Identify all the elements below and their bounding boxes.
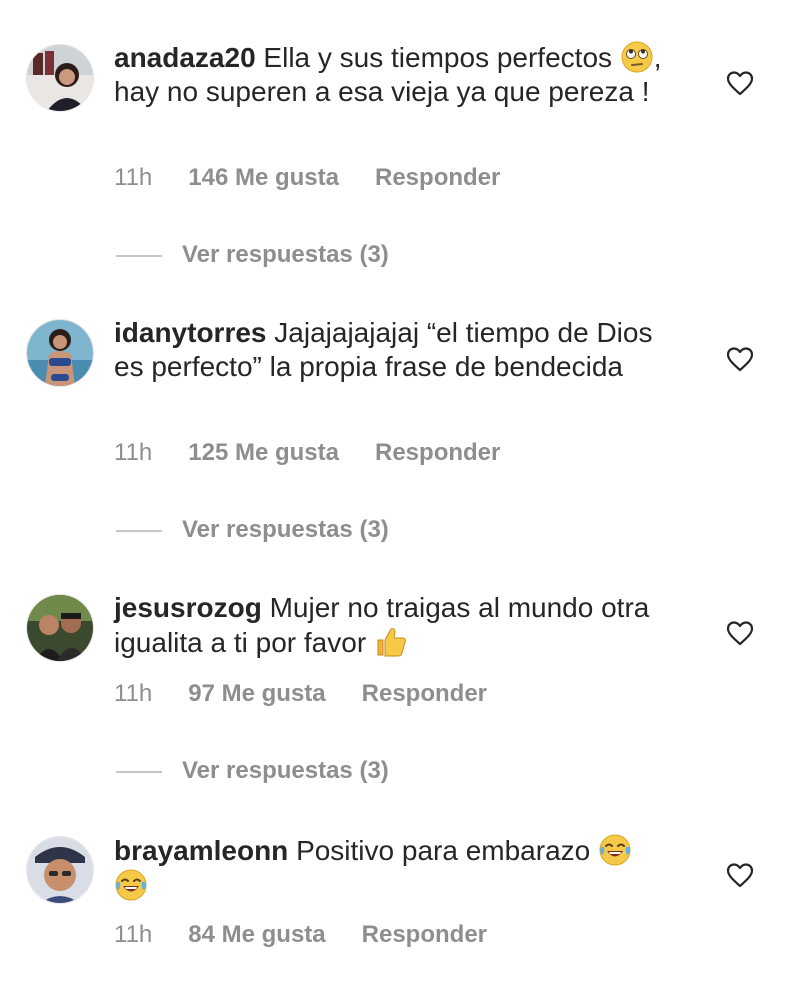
comment-text: jesusrozog Mujer no traigas al mundo otr…: [114, 591, 674, 660]
face-with-rolling-eyes-icon: [620, 40, 654, 74]
comment-time: 11h: [114, 921, 153, 948]
comment-text: idanytorres Jajajajajajaj “el tiempo de …: [114, 316, 674, 384]
comment-body: Ella y sus tiempos perfectos: [263, 42, 613, 73]
avatar[interactable]: [26, 836, 94, 904]
face-with-tears-of-joy-icon: [598, 833, 632, 867]
comment-username[interactable]: idanytorres: [114, 317, 267, 348]
like-count[interactable]: 125 Me gusta: [188, 439, 339, 467]
heart-icon[interactable]: [726, 620, 754, 646]
comment-meta: 11h 146 Me gusta Responder: [114, 164, 500, 192]
reply-button[interactable]: Responder: [375, 439, 500, 467]
divider: [116, 529, 162, 532]
comment-time: 11h: [114, 439, 153, 466]
divider: [116, 770, 162, 773]
thumbs-up-icon: [374, 625, 408, 659]
like-count[interactable]: 84 Me gusta: [188, 921, 325, 949]
comment-time: 11h: [114, 164, 153, 191]
comment-text: brayamleonn Positivo para embarazo: [114, 833, 674, 903]
comment-username[interactable]: jesusrozog: [114, 592, 262, 623]
comment-username[interactable]: anadaza20: [114, 42, 256, 73]
like-count[interactable]: 97 Me gusta: [188, 680, 325, 708]
view-replies-button[interactable]: Ver respuestas (3): [116, 241, 389, 269]
divider: [116, 254, 162, 257]
view-replies-label: Ver respuestas (3): [182, 757, 389, 784]
view-replies-label: Ver respuestas (3): [182, 241, 389, 268]
heart-icon[interactable]: [726, 70, 754, 96]
comment-body: Positivo para embarazo: [296, 835, 591, 866]
avatar[interactable]: [26, 44, 94, 112]
reply-button[interactable]: Responder: [362, 680, 487, 708]
reply-button[interactable]: Responder: [362, 921, 487, 949]
face-with-tears-of-joy-icon: [114, 868, 148, 902]
heart-icon[interactable]: [726, 862, 754, 888]
comment-text: anadaza20 Ella y sus tiempos perfectos ,…: [114, 40, 674, 109]
view-replies-button[interactable]: Ver respuestas (3): [116, 516, 389, 544]
avatar[interactable]: [26, 319, 94, 387]
comment-time: 11h: [114, 680, 153, 707]
comment-meta: 11h 97 Me gusta Responder: [114, 680, 487, 708]
heart-icon[interactable]: [726, 346, 754, 372]
avatar[interactable]: [26, 594, 94, 662]
reply-button[interactable]: Responder: [375, 164, 500, 192]
view-replies-label: Ver respuestas (3): [182, 516, 389, 543]
like-count[interactable]: 146 Me gusta: [188, 164, 339, 192]
comment-meta: 11h 84 Me gusta Responder: [114, 921, 487, 949]
view-replies-button[interactable]: Ver respuestas (3): [116, 757, 389, 785]
comment-meta: 11h 125 Me gusta Responder: [114, 439, 500, 467]
comment-username[interactable]: brayamleonn: [114, 835, 288, 866]
